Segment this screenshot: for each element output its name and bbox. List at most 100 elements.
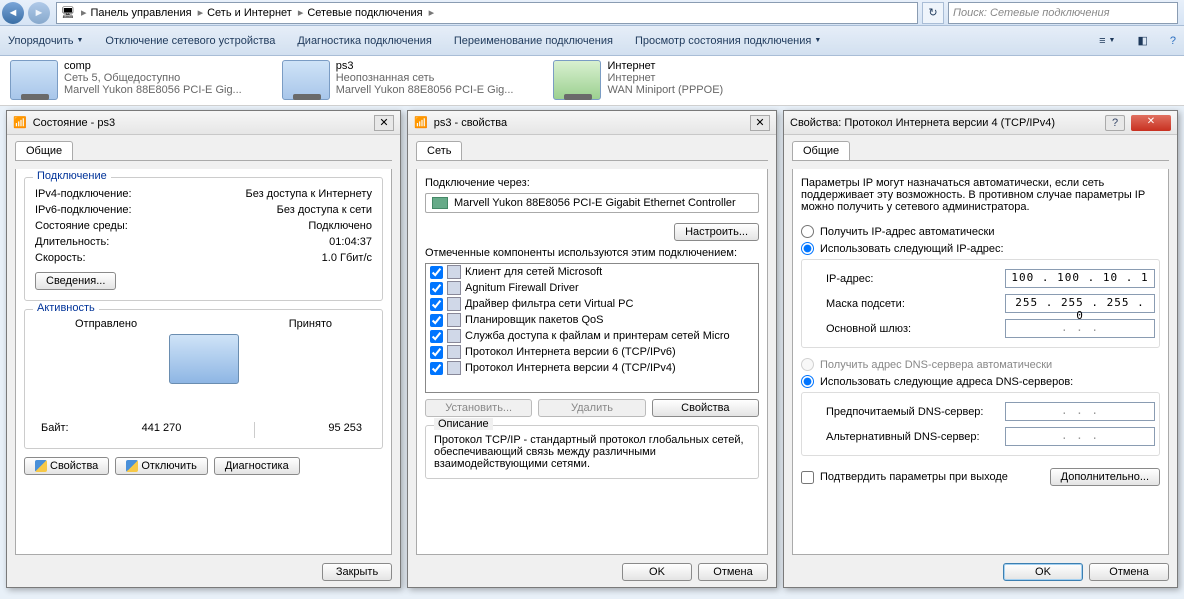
bc-3[interactable]: Сетевые подключения bbox=[307, 7, 422, 19]
component-check[interactable] bbox=[430, 362, 443, 375]
component-check[interactable] bbox=[430, 298, 443, 311]
shield-icon bbox=[35, 460, 47, 472]
ipv6-label: IPv6-подключение: bbox=[35, 204, 132, 216]
view-status[interactable]: Просмотр состояния подключения▼ bbox=[635, 35, 821, 47]
ipv6-value: Без доступа к сети bbox=[277, 204, 372, 216]
ipv4-dialog: Свойства: Протокол Интернета версии 4 (T… bbox=[783, 110, 1178, 588]
ok-button[interactable]: OK bbox=[1003, 563, 1083, 581]
auto-dns-radio bbox=[801, 358, 814, 371]
component-check[interactable] bbox=[430, 282, 443, 295]
component-check[interactable] bbox=[430, 266, 443, 279]
list-item[interactable]: Agnitum Firewall Driver bbox=[426, 280, 758, 296]
command-bar: Упорядочить▼ Отключение сетевого устройс… bbox=[0, 26, 1184, 56]
component-label: Драйвер фильтра сети Virtual PC bbox=[465, 298, 633, 310]
advanced-button[interactable]: Дополнительно... bbox=[1050, 468, 1160, 486]
close-button[interactable]: ✕ bbox=[374, 115, 394, 131]
help-button[interactable]: ? bbox=[1170, 35, 1176, 47]
configure-button[interactable]: Настроить... bbox=[674, 223, 759, 241]
ip-label: IP-адрес: bbox=[826, 273, 873, 285]
components-list[interactable]: Клиент для сетей Microsoft Agnitum Firew… bbox=[425, 263, 759, 393]
view-options[interactable]: ≡ ▼ bbox=[1099, 35, 1115, 47]
rename-connection[interactable]: Переименование подключения bbox=[454, 35, 613, 47]
organize-menu[interactable]: Упорядочить▼ bbox=[8, 35, 83, 47]
activity-icon bbox=[169, 334, 239, 384]
component-label: Протокол Интернета версии 6 (TCP/IPv6) bbox=[465, 346, 676, 358]
list-item[interactable]: Клиент для сетей Microsoft bbox=[426, 264, 758, 280]
group-activity: Активность bbox=[33, 302, 99, 314]
list-item[interactable]: Драйвер фильтра сети Virtual PC bbox=[426, 296, 758, 312]
dialog-title: Состояние - ps3 bbox=[33, 117, 368, 129]
gateway-input[interactable]: . . . bbox=[1005, 319, 1155, 338]
mask-label: Маска подсети: bbox=[826, 298, 905, 310]
list-item[interactable]: Планировщик пакетов QoS bbox=[426, 312, 758, 328]
preview-pane[interactable]: ◧ bbox=[1137, 34, 1147, 47]
component-label: Клиент для сетей Microsoft bbox=[465, 266, 602, 278]
component-properties-button[interactable]: Свойства bbox=[652, 399, 759, 417]
close-dialog-button[interactable]: Закрыть bbox=[322, 563, 392, 581]
conn-status: Сеть 5, Общедоступно bbox=[64, 72, 242, 84]
tab-general[interactable]: Общие bbox=[792, 141, 850, 160]
tab-network[interactable]: Сеть bbox=[416, 141, 462, 160]
ipv4-label: IPv4-подключение: bbox=[35, 188, 132, 200]
gateway-label: Основной шлюз: bbox=[826, 323, 911, 335]
list-item[interactable]: Протокол Интернета версии 6 (TCP/IPv6) bbox=[426, 344, 758, 360]
connection-internet[interactable]: Интернет Интернет WAN Miniport (PPPOE) bbox=[553, 60, 723, 105]
details-button[interactable]: Сведения... bbox=[35, 272, 116, 290]
cancel-button[interactable]: Отмена bbox=[698, 563, 768, 581]
connection-ps3[interactable]: ps3 Неопознанная сеть Marvell Yukon 88E8… bbox=[282, 60, 514, 105]
media-value: Подключено bbox=[308, 220, 372, 232]
ok-button[interactable]: OK bbox=[622, 563, 692, 581]
component-check[interactable] bbox=[430, 314, 443, 327]
dns2-input[interactable]: . . . bbox=[1005, 427, 1155, 446]
component-icon bbox=[447, 329, 461, 343]
cancel-button[interactable]: Отмена bbox=[1089, 563, 1169, 581]
install-button[interactable]: Установить... bbox=[425, 399, 532, 417]
list-item[interactable]: Служба доступа к файлам и принтерам сете… bbox=[426, 328, 758, 344]
help-button[interactable]: ? bbox=[1105, 115, 1125, 131]
forward-button[interactable]: ► bbox=[28, 2, 50, 24]
conn-status: Интернет bbox=[607, 72, 723, 84]
folder-icon: 🖥 bbox=[61, 6, 75, 19]
manual-dns-radio[interactable] bbox=[801, 375, 814, 388]
search-input[interactable]: Поиск: Сетевые подключения bbox=[948, 2, 1178, 24]
connection-comp[interactable]: comp Сеть 5, Общедоступно Marvell Yukon … bbox=[10, 60, 242, 105]
adapter-icon bbox=[282, 60, 330, 100]
duration-label: Длительность: bbox=[35, 236, 109, 248]
list-item[interactable]: Протокол Интернета версии 4 (TCP/IPv4) bbox=[426, 360, 758, 376]
component-check[interactable] bbox=[430, 330, 443, 343]
back-button[interactable]: ◄ bbox=[2, 2, 24, 24]
bytes-sent: 441 270 bbox=[142, 422, 182, 438]
breadcrumb[interactable]: 🖥 ▸ Панель управления▸ Сеть и Интернет▸ … bbox=[56, 2, 918, 24]
dns1-input[interactable]: . . . bbox=[1005, 402, 1155, 421]
refresh-button[interactable]: ↻ bbox=[922, 2, 944, 24]
intro-text: Параметры IP могут назначаться автоматич… bbox=[801, 177, 1160, 213]
close-button[interactable]: ✕ bbox=[1131, 115, 1171, 131]
bc-1[interactable]: Панель управления bbox=[91, 7, 192, 19]
speed-label: Скорость: bbox=[35, 252, 86, 264]
mask-input[interactable]: 255 . 255 . 255 . 0 bbox=[1005, 294, 1155, 313]
diagnose-connection[interactable]: Диагностика подключения bbox=[297, 35, 431, 47]
dialog-title: Свойства: Протокол Интернета версии 4 (T… bbox=[790, 117, 1099, 129]
disable-device[interactable]: Отключение сетевого устройства bbox=[105, 35, 275, 47]
validate-checkbox[interactable] bbox=[801, 471, 814, 484]
bc-2[interactable]: Сеть и Интернет bbox=[207, 7, 292, 19]
connect-using-label: Подключение через: bbox=[425, 177, 759, 189]
component-icon bbox=[447, 313, 461, 327]
tab-general[interactable]: Общие bbox=[15, 141, 73, 160]
dns2-label: Альтернативный DNS-сервер: bbox=[826, 431, 980, 443]
ip-input[interactable]: 100 . 100 . 10 . 1 bbox=[1005, 269, 1155, 288]
bytes-label: Байт: bbox=[41, 422, 69, 438]
validate-label: Подтвердить параметры при выходе bbox=[820, 471, 1008, 483]
auto-ip-radio[interactable] bbox=[801, 225, 814, 238]
bytes-recv: 95 253 bbox=[328, 422, 362, 438]
manual-ip-label: Использовать следующий IP-адрес: bbox=[820, 243, 1004, 255]
auto-ip-label: Получить IP-адрес автоматически bbox=[820, 226, 994, 238]
disable-button[interactable]: Отключить bbox=[115, 457, 208, 475]
component-check[interactable] bbox=[430, 346, 443, 359]
manual-ip-radio[interactable] bbox=[801, 242, 814, 255]
conn-name: comp bbox=[64, 60, 242, 72]
properties-button[interactable]: Свойства bbox=[24, 457, 109, 475]
close-button[interactable]: ✕ bbox=[750, 115, 770, 131]
diagnose-button[interactable]: Диагностика bbox=[214, 457, 300, 475]
adapter-chip-icon bbox=[432, 197, 448, 209]
